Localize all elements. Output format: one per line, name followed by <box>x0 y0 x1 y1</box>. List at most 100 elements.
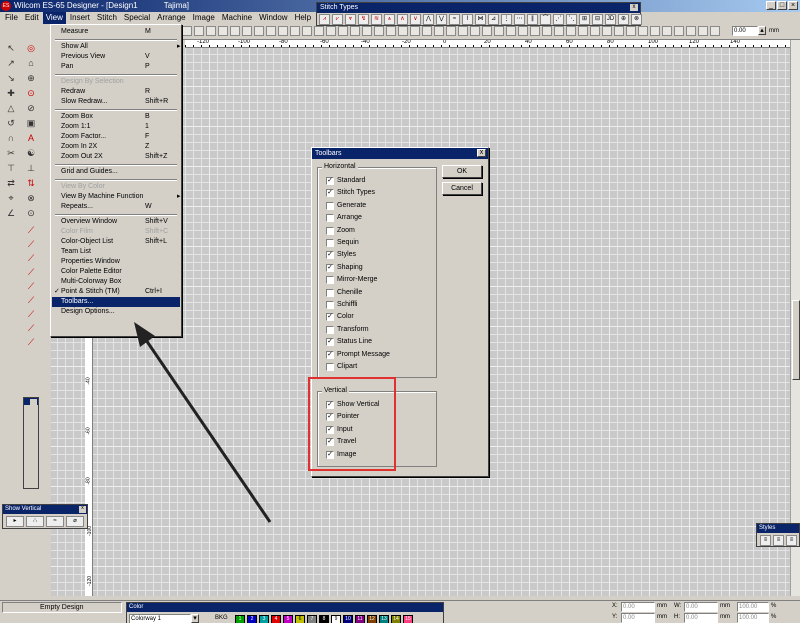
stitch-type-icon[interactable]: ⋈ <box>475 14 486 25</box>
tool-icon[interactable]: ⊗ <box>24 192 38 204</box>
y-field[interactable]: 0.00 <box>621 613 655 623</box>
view-menu-item-previous-view[interactable]: Previous View V <box>61 52 150 62</box>
tool-icon[interactable]: ↖ <box>4 42 18 54</box>
toolbar-tool-icon[interactable] <box>578 26 588 36</box>
checkbox-status-line[interactable]: ✓ Status Line <box>326 337 372 347</box>
toolbar-tool-icon[interactable] <box>650 26 660 36</box>
styles-title[interactable]: Styles <box>757 524 799 533</box>
color-swatch-3[interactable]: 3 <box>259 615 269 623</box>
stitch-type-icon[interactable]: ⋀ <box>423 14 434 25</box>
tool-icon[interactable]: ⟋ <box>24 294 38 306</box>
view-menu-item-zoom-box[interactable]: Zoom Box B <box>61 112 150 122</box>
view-menu-item-measure[interactable]: Measure M <box>61 27 151 37</box>
stitch-type-icon[interactable]: ⩔ <box>345 14 356 25</box>
scrollbar-thumb[interactable] <box>792 300 800 380</box>
stitch-type-icon[interactable]: ⩗ <box>332 14 343 25</box>
toolbar-tool-icon[interactable] <box>674 26 684 36</box>
toolbar-tool-icon[interactable] <box>494 26 504 36</box>
stitch-type-icon[interactable]: ⩚ <box>384 14 395 25</box>
tool-icon[interactable]: ∠ <box>4 207 18 219</box>
x-field[interactable]: 0.00 <box>621 602 655 612</box>
color-swatch-5[interactable]: 5 <box>283 615 293 623</box>
view-menu-item-zoom-out-2x[interactable]: Zoom Out 2X Shift+Z <box>61 152 167 162</box>
checkbox-color[interactable]: ✓ Color <box>326 312 354 322</box>
close-icon[interactable]: x <box>79 506 86 513</box>
color-toolbar-title[interactable]: Color <box>127 603 443 612</box>
stitch-type-icon[interactable]: ∥ <box>527 14 538 25</box>
color-swatch-12[interactable]: 12 <box>367 615 377 623</box>
toolbar-tool-icon[interactable] <box>458 26 468 36</box>
tool-icon[interactable]: ⟋ <box>24 238 38 250</box>
menu-machine[interactable]: Machine <box>219 12 255 24</box>
toolbar-tool-icon[interactable] <box>686 26 696 36</box>
tool-icon[interactable]: ▣ <box>24 117 38 129</box>
menu-file[interactable]: File <box>2 12 21 24</box>
view-menu-item-show-all[interactable]: Show All ▸ <box>61 42 181 52</box>
toolbar-tool-icon[interactable] <box>362 26 372 36</box>
stitch-type-icon[interactable]: ⊟ <box>592 14 603 25</box>
checkbox-generate[interactable]: Generate <box>326 201 366 211</box>
toolbar-tool-icon[interactable] <box>182 26 192 36</box>
menu-special[interactable]: Special <box>121 12 153 24</box>
style-icon[interactable]: ≡ <box>760 535 771 546</box>
tool-icon[interactable]: ☯ <box>24 147 38 159</box>
toolbar-tool-icon[interactable] <box>230 26 240 36</box>
toolbar-tool-icon[interactable] <box>590 26 600 36</box>
colorway-select[interactable]: Colorway 1 <box>129 614 191 623</box>
toolbar-tool-icon[interactable] <box>314 26 324 36</box>
tool-icon[interactable]: ⟋ <box>24 266 38 278</box>
tool-icon[interactable]: ⊕ <box>24 72 38 84</box>
close-icon[interactable] <box>30 399 37 406</box>
color-swatch-9[interactable]: 9 <box>331 615 341 623</box>
toolbar-tool-icon[interactable] <box>398 26 408 36</box>
view-menu-item-slow-redraw[interactable]: Slow Redraw... Shift+R <box>61 97 168 107</box>
view-menu-item-repeats[interactable]: Repeats... W <box>61 202 152 212</box>
tool-icon[interactable]: ✚ <box>4 87 18 99</box>
color-swatch-6[interactable]: 6 <box>295 615 305 623</box>
toolbar-tool-icon[interactable] <box>470 26 480 36</box>
stitch-type-icon[interactable]: ⌇ <box>462 14 473 25</box>
color-swatch-7[interactable]: 7 <box>307 615 317 623</box>
tool-icon[interactable]: ⟋ <box>24 224 38 236</box>
view-menu-item-team-list[interactable]: Team List <box>61 247 91 257</box>
toolbar-tool-icon[interactable] <box>338 26 348 36</box>
view-menu-item-overview-window[interactable]: Overview Window Shift+V <box>61 217 168 227</box>
zoom-spin-icon[interactable]: ▴ <box>758 26 766 35</box>
tool-icon[interactable]: ⟋ <box>24 252 38 264</box>
toolbar-tool-icon[interactable] <box>278 26 288 36</box>
stitch-type-icon[interactable]: ∨ <box>410 14 421 25</box>
checkbox-shaping[interactable]: ✓ Shaping <box>326 263 363 273</box>
menu-help[interactable]: Help <box>292 12 314 24</box>
checkbox-transform[interactable]: Transform <box>326 325 369 335</box>
toolbar-tool-icon[interactable] <box>434 26 444 36</box>
style-icon[interactable]: ≡ <box>786 535 797 546</box>
stitch-type-icon[interactable]: ≈ <box>449 14 460 25</box>
tool-icon[interactable]: ⊥ <box>24 162 38 174</box>
checkbox-arrange[interactable]: Arrange <box>326 213 362 223</box>
tool-icon[interactable]: △ <box>4 102 18 114</box>
tool-icon[interactable]: ⌂ <box>24 57 38 69</box>
toolbar-tool-icon[interactable] <box>242 26 252 36</box>
w-field[interactable]: 0.00 <box>684 602 718 612</box>
toolbar-tool-icon[interactable] <box>290 26 300 36</box>
image-icon[interactable]: ⌀ <box>66 516 84 527</box>
toolbar-tool-icon[interactable] <box>506 26 516 36</box>
toolbars-dialog-title[interactable]: Toolbars x <box>312 148 488 159</box>
checkbox-chenille[interactable]: Chenille <box>326 288 362 298</box>
cancel-button[interactable]: Cancel <box>442 182 482 195</box>
checkbox-schiffli[interactable]: Schiffli <box>326 300 358 310</box>
checkbox-zoom[interactable]: Zoom <box>326 226 355 236</box>
toolbar-tool-icon[interactable] <box>614 26 624 36</box>
toolbar-tool-icon[interactable] <box>374 26 384 36</box>
stitch-type-icon[interactable]: ⋮ <box>501 14 512 25</box>
view-menu-item-color-palette-editor[interactable]: Color Palette Editor <box>61 267 122 277</box>
toolbar-tool-icon[interactable] <box>638 26 648 36</box>
toolbar-tool-icon[interactable] <box>254 26 264 36</box>
stitch-type-icon[interactable]: ⊗ <box>631 14 642 25</box>
tool-icon[interactable]: ↗ <box>4 57 18 69</box>
stitch-type-icon[interactable]: ⊞ <box>579 14 590 25</box>
stitch-type-icon[interactable]: ⋱ <box>566 14 577 25</box>
stitch-type-icon[interactable]: ≋ <box>371 14 382 25</box>
menu-image[interactable]: Image <box>190 12 218 24</box>
chevron-down-icon[interactable]: ▾ <box>191 614 199 623</box>
